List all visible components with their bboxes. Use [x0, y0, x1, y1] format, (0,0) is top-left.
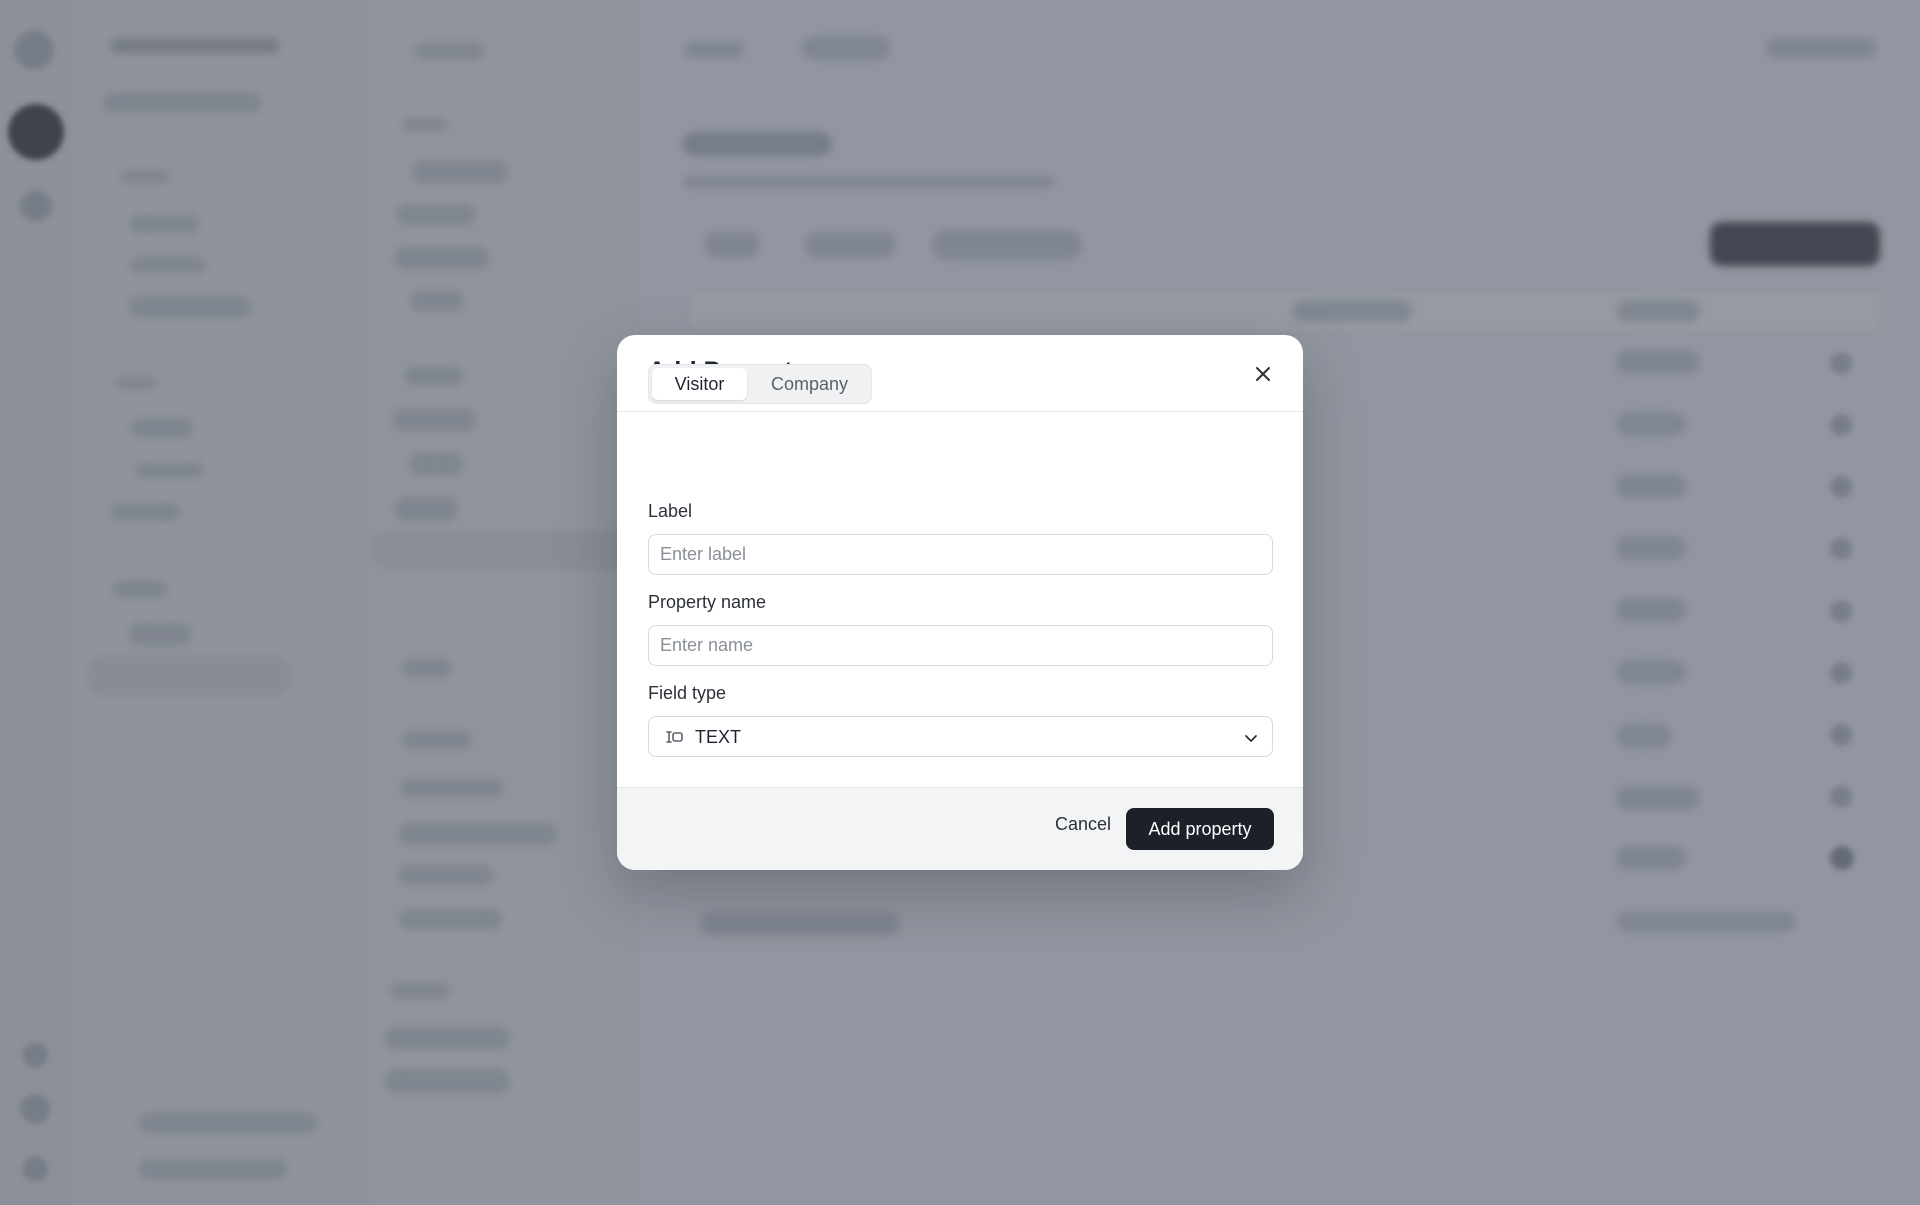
pagination: [700, 912, 900, 936]
row-action: [1830, 538, 1852, 560]
rail-icon: [22, 1156, 48, 1182]
cancel-button[interactable]: Cancel: [1049, 810, 1117, 839]
sidebar: [72, 0, 372, 1205]
field-type-field-label: Field type: [648, 683, 727, 703]
header-item: [684, 42, 744, 58]
secondary-nav: [370, 0, 640, 1205]
primary-action: [1710, 222, 1880, 266]
nav-item: [402, 730, 472, 750]
sidebar-item: [128, 296, 252, 318]
table-cell: [1616, 536, 1686, 560]
sidebar-item: [130, 256, 206, 274]
nav-item: [410, 290, 464, 312]
rail-icon: [22, 1042, 48, 1068]
close-button[interactable]: [1251, 362, 1275, 386]
nav-item: [396, 204, 476, 226]
close-icon: [1256, 367, 1270, 381]
row-action: [1830, 724, 1852, 746]
table-cell: [1616, 474, 1686, 498]
table-cell: [1616, 912, 1796, 932]
sidebar-item: [134, 462, 204, 478]
field-type-select[interactable]: TEXT: [648, 716, 1273, 757]
nav-item: [384, 1026, 510, 1050]
page-title: [682, 132, 832, 156]
nav-item: [394, 246, 490, 270]
nav-item-active: [370, 530, 640, 570]
sidebar-item: [130, 214, 200, 234]
sidebar-item: [128, 622, 192, 646]
entity-tabs: Visitor Company: [648, 364, 872, 404]
sidebar-item-active: [86, 655, 292, 697]
page-subtitle: [684, 176, 1054, 188]
sidebar-item: [138, 1158, 288, 1180]
row-action: [1830, 352, 1852, 374]
header-item: [802, 36, 890, 60]
nav-item: [402, 118, 448, 132]
row-action: [1830, 600, 1852, 622]
rail-icon: [20, 190, 52, 222]
nav-item: [404, 366, 464, 386]
add-property-dialog: Add Property Visitor Company Label Prope…: [617, 335, 1303, 870]
table-cell: [1616, 350, 1700, 374]
nav-item: [402, 658, 452, 678]
nav-item: [408, 452, 464, 476]
table-cell: [1616, 846, 1686, 870]
filter-pill: [804, 232, 896, 258]
sidebar-item: [120, 170, 170, 184]
row-action: [1830, 414, 1852, 436]
nav-item: [398, 908, 502, 930]
rail-icon: [8, 104, 64, 160]
nav-item: [394, 496, 458, 522]
rail-icon: [20, 1094, 50, 1124]
property-name-input[interactable]: [648, 625, 1273, 666]
field-type-value: TEXT: [695, 727, 742, 747]
table-cell: [1616, 786, 1700, 810]
nav-item: [400, 778, 504, 798]
row-action: [1830, 476, 1852, 498]
dialog-footer: Cancel Add property: [617, 787, 1303, 870]
filter-pill: [704, 232, 760, 258]
table-cell: [1616, 412, 1686, 436]
tab-visitor[interactable]: Visitor: [652, 368, 747, 400]
rail-icon: [14, 30, 54, 70]
filter-pill: [932, 230, 1082, 260]
table-cell: [1292, 300, 1412, 322]
nav-item: [392, 408, 476, 432]
nav-item: [398, 822, 558, 846]
chevron-down-icon: [1245, 735, 1257, 742]
table-cell: [1616, 300, 1700, 322]
add-property-button[interactable]: Add property: [1127, 809, 1273, 849]
table-header: [690, 292, 1880, 330]
nav-item: [398, 864, 494, 886]
row-action: [1830, 846, 1854, 870]
nav-item: [414, 42, 484, 60]
row-action: [1830, 786, 1852, 808]
sidebar-item: [110, 38, 280, 54]
table-cell: [1616, 724, 1672, 748]
sidebar-item: [130, 418, 194, 438]
property-name-field-label: Property name: [648, 592, 767, 612]
icon-rail: [0, 0, 72, 1205]
nav-item: [384, 1068, 510, 1094]
nav-item: [390, 982, 450, 1000]
sidebar-item: [138, 1112, 318, 1134]
table-cell: [1616, 598, 1686, 622]
label-field-label: Label: [648, 501, 693, 521]
sidebar-item: [110, 502, 180, 522]
table-cell: [1616, 660, 1686, 684]
label-input[interactable]: [648, 534, 1273, 575]
header-item: [1766, 38, 1876, 58]
sidebar-item: [116, 376, 156, 390]
sidebar-item: [102, 92, 262, 114]
text-cursor-icon: [666, 731, 683, 743]
sidebar-item: [112, 580, 168, 598]
tab-company[interactable]: Company: [752, 368, 867, 400]
nav-item: [412, 160, 508, 184]
row-action: [1830, 662, 1852, 684]
